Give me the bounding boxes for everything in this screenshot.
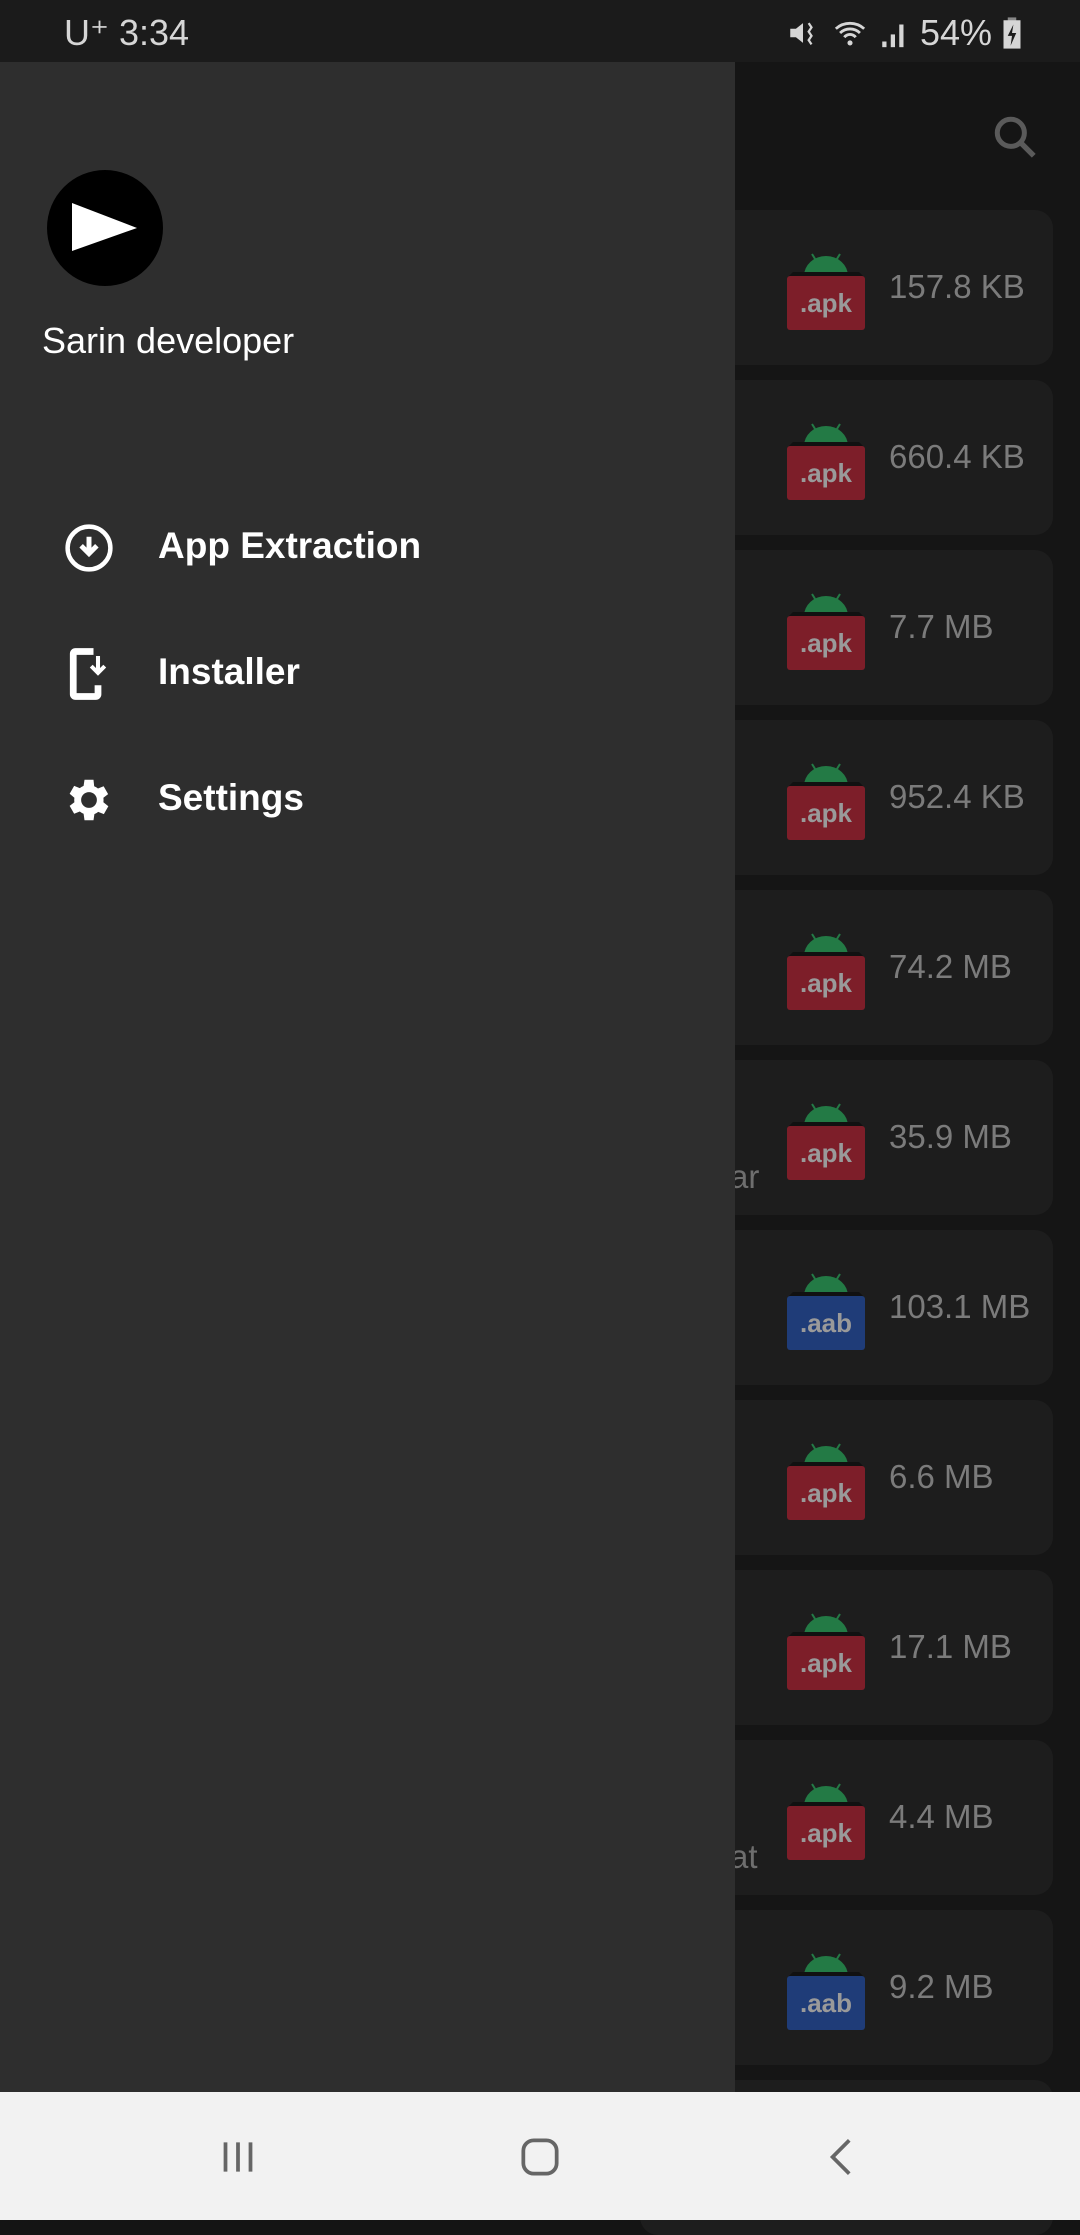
carrier: U⁺ (64, 12, 109, 53)
home-button[interactable] (515, 2132, 565, 2182)
battery-charging-icon (1003, 17, 1021, 49)
package-type-label: .apk (800, 458, 853, 488)
file-size: 35.9 MB (889, 1118, 1012, 1155)
package-icon: .apk (787, 933, 865, 1010)
package-type-label: .apk (800, 288, 853, 318)
file-size: 74.2 MB (889, 948, 1012, 985)
download-circle-icon (65, 524, 113, 572)
avatar (47, 170, 163, 286)
package-type-label: .aab (800, 1988, 852, 2018)
play-logo-icon (72, 203, 137, 251)
package-icon: .apk (787, 1103, 865, 1180)
package-type-label: .apk (800, 1478, 853, 1508)
package-type-label: .apk (800, 968, 853, 998)
package-type-label: .apk (800, 798, 853, 828)
wifi-icon (834, 21, 866, 46)
mute-icon (790, 22, 813, 45)
drawer-item-installer[interactable]: Installer (0, 619, 735, 729)
package-icon: .apk (787, 1783, 865, 1860)
battery-percent: 54% (919, 12, 992, 53)
package-icon: .apk (787, 423, 865, 500)
package-type-label: .apk (800, 628, 853, 658)
drawer-item-label: App Extraction (158, 525, 422, 566)
package-icon: .apk (787, 1443, 865, 1520)
search-icon[interactable] (990, 112, 1040, 162)
drawer-item-label: Installer (158, 651, 300, 692)
drawer-item-label: Settings (158, 777, 304, 818)
package-icon: .apk (787, 593, 865, 670)
signal-icon (882, 24, 904, 48)
package-type-label: .apk (800, 1648, 853, 1678)
package-type-label: .apk (800, 1818, 853, 1848)
file-size: 157.8 KB (889, 268, 1025, 305)
package-icon: .aab (787, 1953, 865, 2030)
file-size: 6.6 MB (889, 1458, 994, 1495)
install-phone-icon (69, 648, 107, 700)
file-size: 17.1 MB (889, 1628, 1012, 1665)
file-size: 103.1 MB (889, 1288, 1031, 1325)
file-size: 9.2 MB (889, 1968, 994, 2005)
package-icon: .apk (787, 1613, 865, 1690)
file-size: 660.4 KB (889, 438, 1025, 475)
package-icon: .aab (787, 1273, 865, 1350)
file-size: 952.4 KB (889, 778, 1025, 815)
recents-button[interactable] (213, 2132, 263, 2182)
package-type-label: .apk (800, 1138, 853, 1168)
drawer-item-settings[interactable]: Settings (0, 745, 735, 855)
back-button[interactable] (818, 2132, 868, 2182)
package-icon: .apk (787, 253, 865, 330)
system-nav-bar (0, 2092, 1080, 2220)
user-name: Sarin developer (42, 320, 295, 361)
clock: 3:34 (119, 12, 190, 53)
navigation-drawer: Sarin developer App Extraction Installer… (0, 62, 735, 2092)
package-type-label: .aab (800, 1308, 852, 1338)
package-icon: .apk (787, 763, 865, 840)
file-size: 4.4 MB (889, 1798, 994, 1835)
drawer-item-app-extraction[interactable]: App Extraction (0, 493, 735, 603)
file-size: 7.7 MB (889, 608, 994, 645)
gear-icon (69, 779, 109, 821)
status-bar: U⁺ 3:34 54% (0, 0, 1080, 62)
